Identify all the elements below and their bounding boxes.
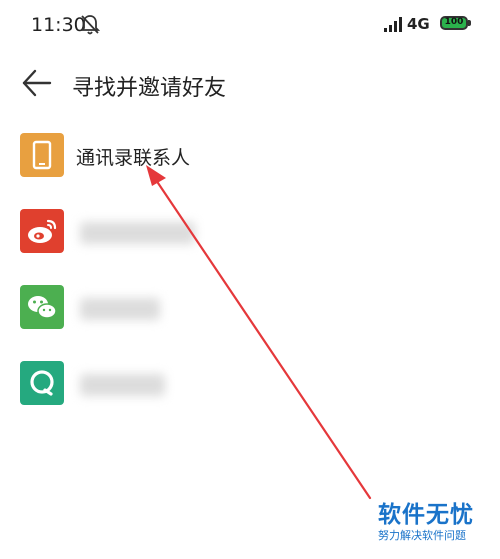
watermark-subtitle: 努力解决软件问题 <box>378 529 466 542</box>
status-bar: 11:30 4G 100 <box>0 0 500 50</box>
watermark: 软件无忧 努力解决软件问题 <box>378 502 488 543</box>
list-item-qq[interactable] <box>0 348 500 424</box>
battery-icon: 100 <box>440 16 468 30</box>
weibo-icon <box>20 209 64 253</box>
network-label: 4G <box>407 15 430 33</box>
signal-icon <box>383 16 405 32</box>
blurred-name <box>80 222 195 244</box>
page-title: 寻找并邀请好友 <box>72 76 227 101</box>
list-item-label: 通讯录联系人 <box>76 147 191 169</box>
blurred-name <box>80 298 160 320</box>
battery-cap <box>468 20 471 26</box>
invite-source-list: 通讯录联系人 <box>0 120 500 424</box>
qq-icon <box>20 361 64 405</box>
list-item-weibo[interactable] <box>0 196 500 272</box>
phone-icon <box>20 133 64 177</box>
wechat-icon <box>20 285 64 329</box>
back-arrow-icon <box>22 69 52 97</box>
list-item-contacts[interactable]: 通讯录联系人 <box>0 120 500 196</box>
bell-off-icon <box>79 14 101 36</box>
watermark-title: 软件无忧 <box>378 502 474 528</box>
battery-level: 100 <box>444 17 464 27</box>
list-item-wechat[interactable] <box>0 272 500 348</box>
blurred-name <box>80 374 165 396</box>
header: 寻找并邀请好友 <box>0 56 500 112</box>
status-time: 11:30 <box>31 14 86 36</box>
back-button[interactable] <box>20 66 54 100</box>
